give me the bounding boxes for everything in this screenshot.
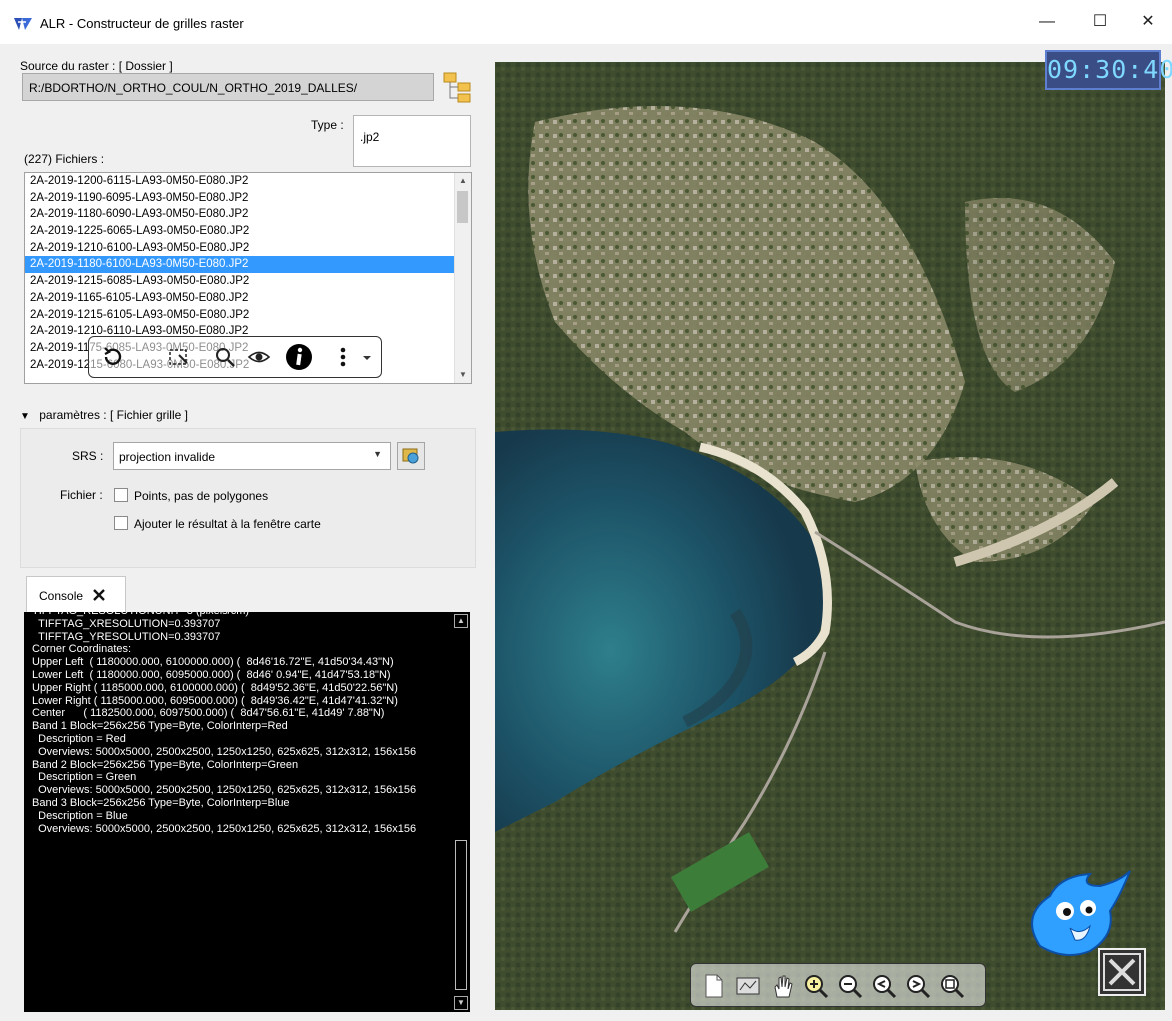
new-page-icon[interactable] — [701, 973, 727, 999]
folder-tree-icon[interactable] — [442, 70, 476, 104]
zoom-full-icon[interactable] — [939, 973, 965, 999]
pan-map-icon[interactable] — [735, 973, 761, 999]
file-list-item[interactable]: 2A-2019-1210-6100-LA93-0M50-E080.JP2 — [25, 240, 471, 257]
close-icon — [1103, 953, 1141, 991]
close-window-button[interactable]: ✕ — [1130, 10, 1166, 34]
window-title: ALR - Constructeur de grilles raster — [40, 16, 244, 31]
type-field[interactable]: .jp2 — [353, 115, 471, 167]
globe-projection-icon — [402, 448, 419, 464]
hand-icon[interactable] — [769, 973, 795, 999]
add-result-checkbox-label: Ajouter le résultat à la fenêtre carte — [134, 517, 321, 531]
type-label: Type : — [311, 118, 344, 132]
title-bar: ALR - Constructeur de grilles raster — ☐… — [0, 0, 1172, 44]
file-list-item[interactable]: 2A-2019-1215-6085-LA93-0M50-E080.JP2 — [25, 273, 471, 290]
scroll-down-arrow-icon[interactable]: ▼ — [455, 367, 471, 383]
srs-label: SRS : — [72, 449, 104, 463]
zoom-in-icon[interactable] — [803, 973, 829, 999]
collapse-triangle-icon[interactable]: ▼ — [20, 411, 30, 422]
file-label: Fichier : — [60, 488, 103, 502]
console-output[interactable]: TIFFTAG_RESOLUTIONUNIT=3 (pixels/cm) TIF… — [24, 612, 470, 1012]
srs-select-value: projection invalide — [119, 450, 216, 464]
file-list-item[interactable]: 2A-2019-1200-6115-LA93-0M50-E080.JP2 — [25, 173, 471, 190]
chevron-down-icon: ▼ — [373, 449, 382, 459]
zoom-next-icon[interactable] — [905, 973, 931, 999]
console-scrollbar[interactable]: ▲ ▼ — [454, 614, 468, 1010]
file-list-item[interactable]: 2A-2019-1180-6100-LA93-0M50-E080.JP2 — [25, 256, 471, 274]
refresh-icon[interactable] — [101, 345, 125, 369]
add-result-checkbox[interactable] — [114, 516, 128, 530]
close-tab-icon[interactable] — [92, 588, 106, 602]
zoom-out-icon[interactable] — [837, 973, 863, 999]
scroll-down-arrow-icon[interactable]: ▼ — [454, 996, 468, 1010]
maximize-button[interactable]: ☐ — [1082, 10, 1118, 34]
app-logo-icon — [14, 18, 32, 30]
minimize-button[interactable]: — — [1029, 10, 1065, 34]
points-checkbox[interactable] — [114, 488, 128, 502]
srs-picker-button[interactable] — [397, 442, 425, 470]
params-header[interactable]: ▼ paramètres : [ Fichier grille ] — [20, 408, 188, 422]
scroll-thumb[interactable] — [457, 191, 468, 223]
file-list-item[interactable]: 2A-2019-1180-6090-LA93-0M50-E080.JP2 — [25, 206, 471, 223]
file-list-item[interactable]: 2A-2019-1215-6105-LA93-0M50-E080.JP2 — [25, 307, 471, 324]
scroll-up-arrow-icon[interactable]: ▲ — [455, 173, 471, 189]
close-map-button[interactable] — [1098, 948, 1146, 996]
file-list-item[interactable]: 2A-2019-1225-6065-LA93-0M50-E080.JP2 — [25, 223, 471, 240]
source-path-field[interactable]: R:/BDORTHO/N_ORTHO_COUL/N_ORTHO_2019_DAL… — [22, 73, 434, 101]
points-checkbox-label: Points, pas de polygones — [134, 489, 269, 503]
params-header-label: paramètres : [ Fichier grille ] — [39, 408, 188, 422]
console-text: TIFFTAG_RESOLUTIONUNIT=3 (pixels/cm) TIF… — [32, 612, 417, 835]
console-scroll-thumb[interactable] — [455, 840, 467, 990]
clock-display: 09:30:40 — [1045, 50, 1172, 90]
file-list-item[interactable]: 2A-2019-1190-6095-LA93-0M50-E080.JP2 — [25, 190, 471, 207]
file-list-scrollbar[interactable]: ▲ ▼ — [454, 173, 471, 383]
files-count-label: (227) Fichiers : — [24, 152, 105, 166]
zoom-prev-icon[interactable] — [871, 973, 897, 999]
scroll-up-arrow-icon[interactable]: ▲ — [454, 614, 468, 628]
more-icon[interactable] — [335, 345, 351, 369]
console-tab-label: Console — [39, 589, 84, 603]
file-list-item[interactable]: 2A-2019-1165-6105-LA93-0M50-E080.JP2 — [25, 290, 471, 307]
chevron-down-icon[interactable] — [361, 351, 373, 363]
tab-console[interactable]: Console — [26, 576, 126, 612]
floating-toolbar — [88, 336, 382, 378]
srs-select[interactable]: projection invalide ▼ — [113, 442, 391, 470]
info-icon[interactable] — [285, 343, 313, 371]
select-icon[interactable] — [167, 345, 191, 369]
source-label: Source du raster : [ Dossier ] — [20, 59, 173, 73]
eye-icon[interactable] — [247, 345, 271, 369]
zoom-icon[interactable] — [213, 345, 237, 369]
map-toolbar — [690, 963, 986, 1007]
